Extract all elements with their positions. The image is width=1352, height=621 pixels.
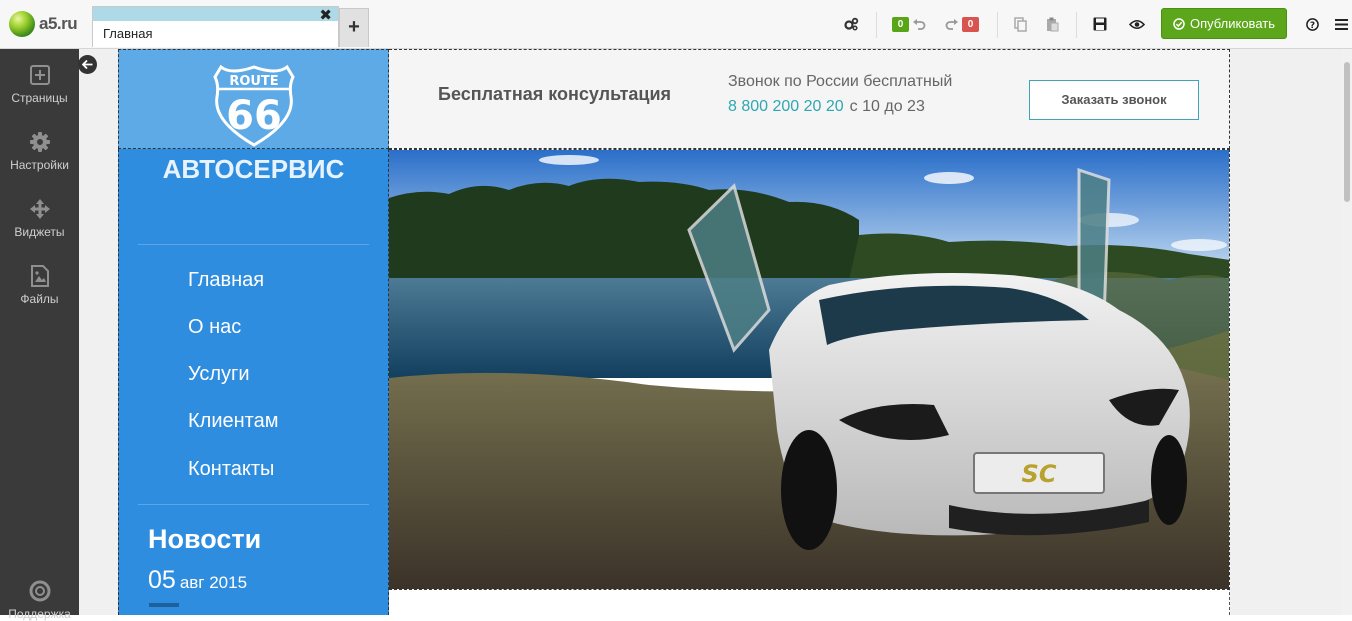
sidebar-item-pages[interactable]: Страницы: [0, 64, 79, 105]
sidebar-item-label: Виджеты: [14, 225, 65, 239]
add-page-icon: [29, 65, 50, 85]
redo-button[interactable]: 0: [944, 14, 980, 34]
menu-button[interactable]: [1333, 14, 1349, 34]
paste-icon: [1046, 17, 1058, 31]
hero-photo-illustration: SC: [389, 150, 1229, 589]
free-call-text: Звонок по России бесплатный: [728, 73, 953, 90]
copy-button[interactable]: [1011, 14, 1029, 34]
toolbar-separator: [997, 12, 998, 38]
hamburger-menu-icon: [1334, 18, 1348, 30]
copy-icon: [1013, 16, 1027, 32]
undo-count-badge: 0: [892, 16, 909, 32]
save-button[interactable]: [1091, 14, 1109, 34]
help-button[interactable]: ?: [1303, 14, 1321, 34]
preview-button[interactable]: [1127, 14, 1147, 34]
nav-item-services[interactable]: Услуги: [188, 363, 250, 386]
redo-icon: [945, 19, 958, 30]
sidebar-item-files[interactable]: Файлы: [0, 265, 79, 306]
free-consultation-text: Бесплатная консультация: [438, 84, 672, 104]
site-brand-title: АВТОСЕРВИС: [162, 154, 345, 184]
cogs-icon: [844, 17, 859, 31]
order-call-button[interactable]: Заказать звонок: [1029, 80, 1199, 120]
arrow-left-icon: [82, 60, 93, 69]
editor-sidebar: Страницы Настройки Виджеты Файлы Поддерж…: [0, 49, 79, 621]
eye-icon: [1129, 19, 1145, 29]
logo-route-text: ROUTE: [229, 74, 278, 89]
toolbar-separator: [1076, 12, 1077, 38]
check-circle-icon: [1173, 17, 1185, 30]
publish-button[interactable]: Опубликовать: [1161, 8, 1287, 39]
sidebar-item-label: Страницы: [11, 91, 68, 105]
logo-number-text: 66: [226, 93, 282, 139]
paste-button[interactable]: [1043, 14, 1061, 34]
tab-strip: [93, 7, 338, 21]
working-hours: с 10 до 23: [849, 98, 925, 115]
divider: [138, 504, 369, 505]
news-day: 05: [148, 566, 176, 594]
route-66-shield-logo: ROUTE 66: [213, 64, 295, 147]
news-month-year: авг 2015: [179, 573, 248, 592]
redo-count-badge: 0: [962, 16, 979, 32]
site-settings-button[interactable]: [842, 14, 860, 34]
news-date: 05 авг 2015: [148, 566, 247, 595]
license-plate-text: SC: [1022, 460, 1057, 488]
collapse-sidebar-button[interactable]: [78, 55, 97, 74]
tab-close-icon[interactable]: ✖: [319, 6, 332, 24]
sidebar-item-label: Настройки: [10, 158, 69, 172]
a5-logo[interactable]: a5.ru: [9, 10, 78, 38]
news-accent-bar: [149, 603, 179, 607]
phone-number[interactable]: 8 800 200 20 20: [728, 98, 844, 115]
divider: [138, 244, 369, 245]
publish-label: Опубликовать: [1189, 16, 1275, 31]
site-logo-block[interactable]: ROUTE 66: [118, 49, 389, 149]
phone-line: 8 800 200 20 20 с 10 до 23: [728, 98, 925, 116]
image-file-icon: [30, 265, 49, 287]
sidebar-item-settings[interactable]: Настройки: [0, 131, 79, 172]
hero-car-photo[interactable]: SC: [389, 149, 1230, 590]
sidebar-item-label: Файлы: [20, 292, 59, 306]
nav-item-about[interactable]: О нас: [188, 316, 241, 339]
news-heading: Новости: [148, 524, 262, 554]
lifebuoy-icon: [29, 580, 50, 602]
tab-main-page[interactable]: ✖ Главная: [92, 6, 339, 47]
nav-item-home[interactable]: Главная: [188, 269, 264, 292]
logo-globe-icon: [9, 11, 35, 37]
sidebar-item-label: Поддержка: [8, 607, 71, 621]
floppy-disk-icon: [1093, 17, 1107, 31]
add-tab-button[interactable]: +: [339, 8, 369, 47]
help-question-icon: ?: [1305, 17, 1319, 31]
nav-item-contacts[interactable]: Контакты: [188, 458, 274, 481]
toolbar-separator: [876, 12, 877, 38]
logo-text: a5.ru: [39, 14, 78, 33]
sidebar-item-widgets[interactable]: Виджеты: [0, 198, 79, 239]
tab-label: Главная: [103, 26, 153, 41]
gear-icon: [29, 132, 50, 152]
svg-text:?: ?: [1309, 20, 1314, 30]
nav-item-clients[interactable]: Клиентам: [188, 410, 278, 433]
canvas-scrollbar-thumb[interactable]: [1344, 62, 1350, 202]
undo-button[interactable]: 0: [891, 14, 927, 34]
move-arrows-icon: [29, 199, 50, 219]
editor-toolbar: a5.ru ✖ Главная + 0 0 Опубликовать ?: [0, 0, 1352, 49]
undo-icon: [913, 19, 926, 30]
